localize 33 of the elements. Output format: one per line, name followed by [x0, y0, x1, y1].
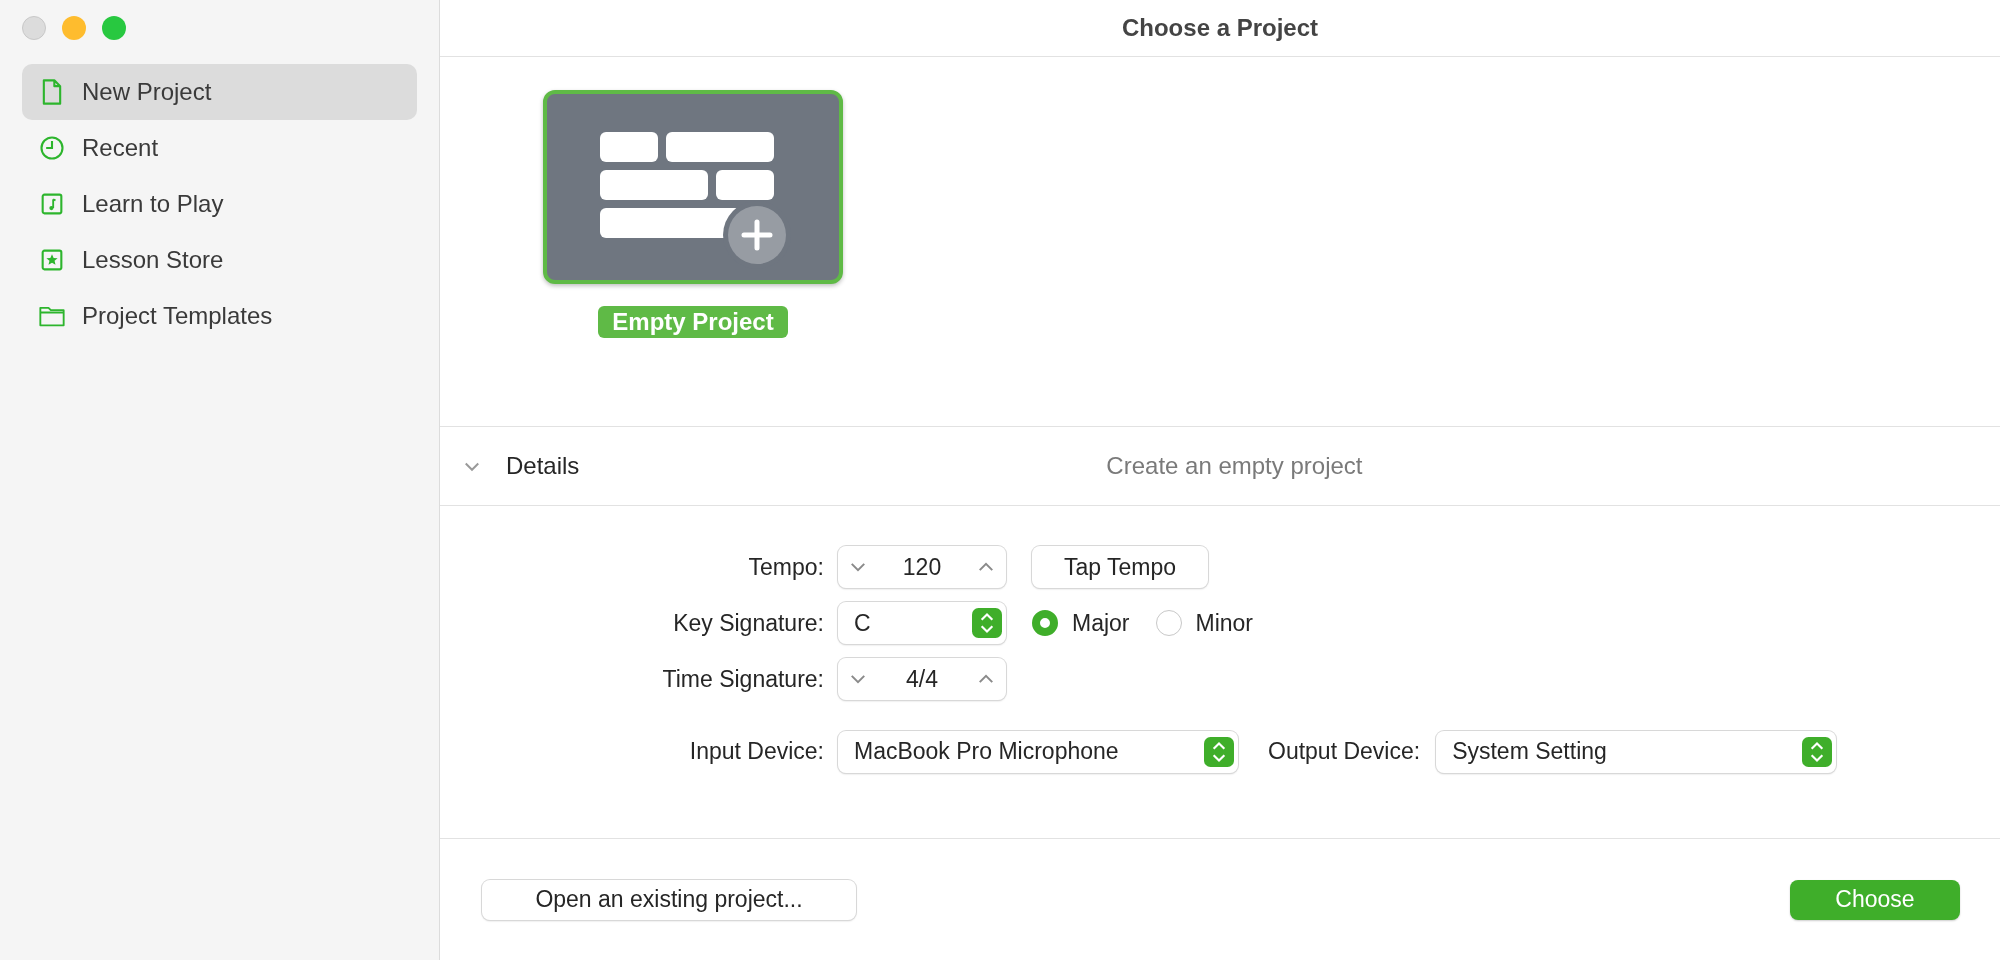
- up-down-arrows-icon: [1802, 736, 1833, 767]
- device-select[interactable]: MacBook Pro Microphone: [838, 730, 1238, 773]
- sidebar-item[interactable]: New Project: [22, 64, 417, 120]
- sidebar-item[interactable]: Learn to Play: [22, 176, 417, 232]
- stepper-field[interactable]: 120: [838, 546, 1006, 588]
- device-select[interactable]: System Setting: [1436, 730, 1837, 773]
- field-label: Time Signature:: [661, 665, 825, 693]
- tap-tempo-button[interactable]: Tap Tempo: [1032, 546, 1208, 588]
- field-label: Input Device:: [688, 738, 825, 765]
- radio-label: Minor: [1195, 609, 1254, 637]
- radio-button[interactable]: [1032, 610, 1058, 636]
- template-label: Empty Project: [598, 306, 788, 338]
- clock-icon: [38, 134, 66, 162]
- radio-button[interactable]: [1155, 610, 1182, 636]
- stepper-field[interactable]: 4/4: [838, 658, 1006, 700]
- radio-label: Major: [1072, 609, 1130, 637]
- zoom-window-button[interactable]: [102, 16, 126, 40]
- template-card[interactable]: [543, 90, 843, 284]
- details-description: Create an empty project: [1106, 452, 1363, 480]
- key-select[interactable]: C: [838, 602, 1006, 644]
- sidebar-item[interactable]: Recent: [22, 120, 417, 176]
- up-down-arrows-icon: [972, 608, 1002, 638]
- up-down-arrows-icon: [1204, 736, 1234, 767]
- field-label: Output Device:: [1267, 738, 1422, 765]
- field-label: Tempo:: [747, 553, 825, 581]
- open-existing-project-button[interactable]: Open an existing project...: [482, 879, 856, 920]
- field-label: Key Signature:: [672, 609, 825, 637]
- window-title: Choose a Project: [1121, 14, 1319, 42]
- minimize-window-button[interactable]: [62, 16, 86, 40]
- sidebar-item[interactable]: Lesson Store: [22, 232, 417, 288]
- sidebar-item[interactable]: Project Templates: [22, 288, 417, 344]
- close-window-button[interactable]: [22, 16, 46, 40]
- details-label: Details: [506, 452, 580, 480]
